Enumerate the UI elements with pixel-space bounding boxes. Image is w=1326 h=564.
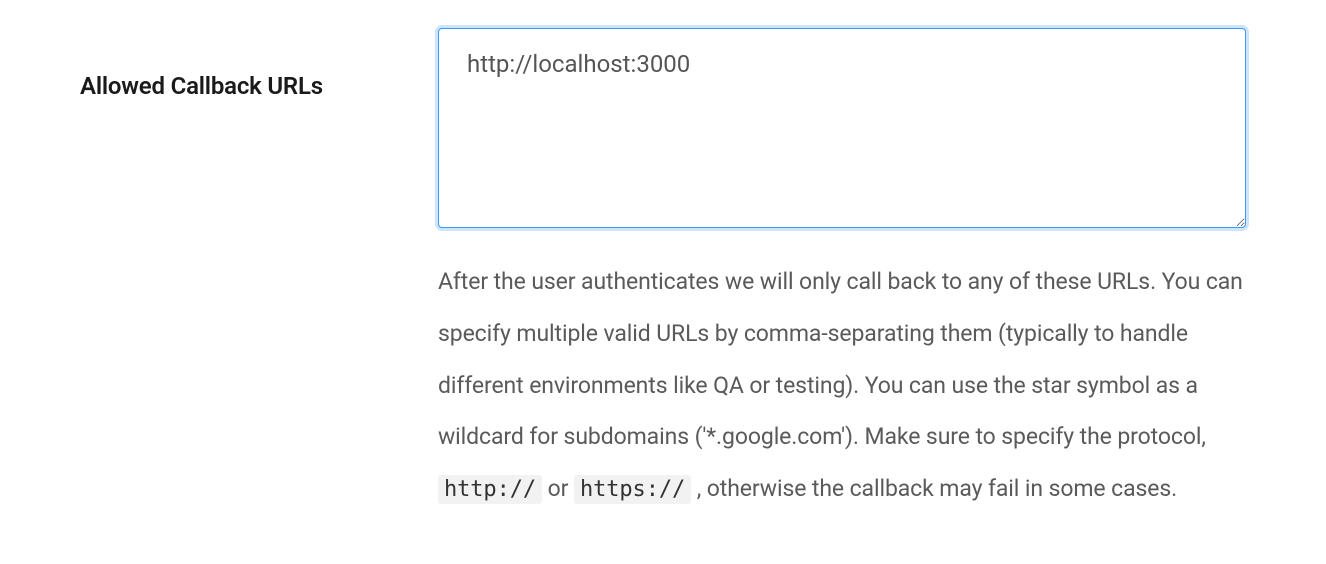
- help-code-https: https://: [574, 475, 691, 504]
- help-text: After the user authenticates we will onl…: [438, 256, 1246, 515]
- help-text-suffix: , otherwise the callback may fail in som…: [697, 475, 1177, 502]
- label-column: Allowed Callback URLs: [80, 28, 438, 100]
- field-label: Allowed Callback URLs: [80, 72, 438, 100]
- input-column: After the user authenticates we will onl…: [438, 28, 1246, 515]
- help-text-prefix: After the user authenticates we will onl…: [438, 268, 1243, 450]
- form-row-callback-urls: Allowed Callback URLs After the user aut…: [0, 0, 1326, 515]
- allowed-callback-urls-input[interactable]: [438, 28, 1246, 228]
- help-text-or: or: [548, 475, 574, 502]
- help-code-http: http://: [438, 475, 542, 504]
